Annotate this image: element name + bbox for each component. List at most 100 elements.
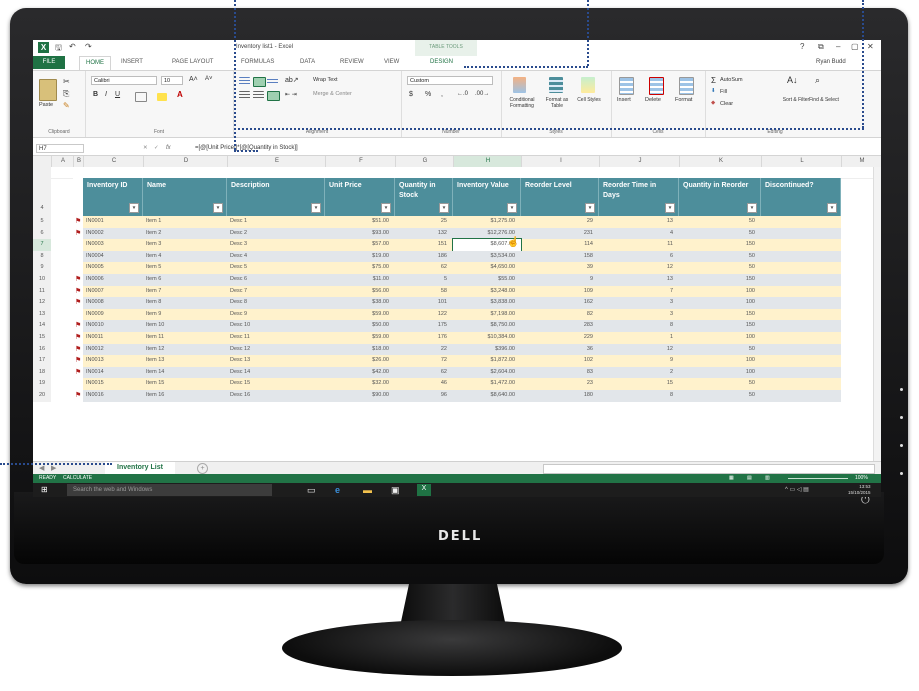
tab-insert[interactable]: INSERT	[121, 59, 143, 65]
autosum-icon[interactable]: Σ	[711, 76, 716, 85]
table-cell[interactable]: 82	[521, 309, 599, 321]
table-cell[interactable]: 122	[395, 309, 453, 321]
row-header[interactable]: 14	[33, 320, 51, 332]
align-left-icon[interactable]	[239, 91, 250, 99]
filter-dropdown-icon[interactable]: ▾	[747, 203, 757, 213]
align-top-icon[interactable]	[239, 77, 250, 85]
table-cell[interactable]: 176	[395, 332, 453, 344]
table-cell[interactable]: $38.00	[325, 297, 395, 309]
filter-dropdown-icon[interactable]: ▾	[129, 203, 139, 213]
table-cell[interactable]: 62	[395, 262, 453, 274]
table-cell[interactable]: Item 7	[143, 286, 227, 298]
insert-cells-icon[interactable]	[619, 77, 634, 95]
table-cell[interactable]: 1	[599, 332, 679, 344]
table-cell[interactable]: 22	[395, 344, 453, 356]
filter-dropdown-icon[interactable]: ▾	[213, 203, 223, 213]
table-cell[interactable]: 100	[679, 297, 761, 309]
filter-dropdown-icon[interactable]: ▾	[585, 203, 595, 213]
format-button[interactable]: Format	[675, 97, 692, 103]
windows-start-icon[interactable]: ⊞	[41, 485, 48, 495]
ribbon-display-icon[interactable]: ⧉	[818, 42, 824, 52]
tab-review[interactable]: REVIEW	[340, 59, 364, 65]
table-cell[interactable]: 100	[679, 355, 761, 367]
page-layout-view-icon[interactable]: ▤	[747, 474, 752, 483]
row-header[interactable]: 6	[33, 227, 51, 240]
font-size-select[interactable]: 10	[161, 76, 183, 85]
table-cell[interactable]: 23	[521, 378, 599, 390]
cancel-entry-icon[interactable]: ✕	[143, 145, 148, 151]
store-icon[interactable]: ▣	[391, 485, 400, 495]
row-header[interactable]: 4	[33, 178, 51, 216]
table-cell[interactable]: $18.00	[325, 344, 395, 356]
table-cell[interactable]: 101	[395, 297, 453, 309]
table-cell[interactable]	[761, 320, 841, 332]
orientation-icon[interactable]: ab↗	[285, 76, 299, 84]
table-cell[interactable]: 231	[521, 228, 599, 240]
table-cell[interactable]: Desc 14	[227, 367, 325, 379]
table-cell[interactable]: Item 3	[143, 239, 227, 251]
row-header[interactable]: 17	[33, 355, 51, 367]
increase-decimal-icon[interactable]: ←.0	[457, 91, 468, 97]
row-header[interactable]: 18	[33, 366, 51, 379]
table-cell[interactable]: 8	[599, 320, 679, 332]
table-cell[interactable]	[761, 390, 841, 402]
vertical-scrollbar[interactable]	[873, 167, 881, 461]
table-cell[interactable]: 50	[679, 390, 761, 402]
table-cell[interactable]	[761, 274, 841, 286]
table-cell[interactable]: $3,534.00	[453, 251, 521, 263]
table-cell[interactable]: 175	[395, 320, 453, 332]
table-cell[interactable]: IN0011	[83, 332, 143, 344]
table-cell[interactable]: Desc 13	[227, 355, 325, 367]
horizontal-scrollbar[interactable]	[543, 464, 875, 474]
filter-dropdown-icon[interactable]: ▾	[827, 203, 837, 213]
row-header[interactable]: 13	[33, 308, 51, 321]
tab-view[interactable]: VIEW	[384, 59, 399, 65]
table-cell[interactable]: Item 15	[143, 378, 227, 390]
table-cell[interactable]: Desc 4	[227, 251, 325, 263]
table-cell[interactable]: $42.00	[325, 367, 395, 379]
table-cell[interactable]: $75.00	[325, 262, 395, 274]
scroll-sheets-right-icon[interactable]: ▶	[51, 464, 56, 472]
table-cell[interactable]: 62	[395, 367, 453, 379]
table-cell[interactable]: $55.00	[453, 274, 521, 286]
table-cell[interactable]	[761, 251, 841, 263]
table-cell[interactable]	[761, 355, 841, 367]
table-cell[interactable]: Item 16	[143, 390, 227, 402]
table-cell[interactable]: IN0015	[83, 378, 143, 390]
table-header-cell[interactable]: Discontinued? ▾	[761, 178, 841, 216]
close-icon[interactable]: ✕	[867, 42, 874, 51]
table-cell[interactable]: 7	[599, 286, 679, 298]
table-cell[interactable]: 3	[599, 297, 679, 309]
grow-font-icon[interactable]: A˄	[189, 76, 198, 83]
fill-button[interactable]: Fill	[720, 89, 727, 95]
table-cell[interactable]: 150	[679, 239, 761, 251]
table-cell[interactable]: IN0001	[83, 216, 143, 228]
merge-center-button[interactable]: Merge & Center	[313, 91, 352, 97]
table-cell[interactable]: 150	[679, 320, 761, 332]
table-header-cell[interactable]: Description ▾	[227, 178, 325, 216]
table-cell[interactable]: 186	[395, 251, 453, 263]
table-cell[interactable]: $11.00	[325, 274, 395, 286]
format-painter-icon[interactable]: ✎	[63, 101, 70, 110]
table-cell[interactable]: 50	[679, 251, 761, 263]
font-color-icon[interactable]: A	[177, 90, 183, 99]
table-header-cell[interactable]: Inventory ID ▾	[83, 178, 143, 216]
redo-icon[interactable]: ↷	[85, 42, 92, 51]
table-cell[interactable]: 58	[395, 286, 453, 298]
table-cell[interactable]: Desc 5	[227, 262, 325, 274]
table-cell[interactable]: $56.00	[325, 286, 395, 298]
table-header-cell[interactable]: Quantity in Reorder ▾	[679, 178, 761, 216]
confirm-entry-icon[interactable]: ✓	[154, 145, 159, 151]
table-cell[interactable]: 158	[521, 251, 599, 263]
side-button[interactable]	[900, 472, 903, 475]
clear-icon[interactable]: ◆	[711, 100, 715, 106]
table-header-cell[interactable]: Quantity in Stock ▾	[395, 178, 453, 216]
table-cell[interactable]: Item 6	[143, 274, 227, 286]
table-cell[interactable]: Desc 2	[227, 228, 325, 240]
zoom-level[interactable]: 100%	[855, 474, 868, 483]
cut-icon[interactable]: ✂	[63, 77, 70, 86]
table-cell[interactable]: Desc 16	[227, 390, 325, 402]
table-cell[interactable]: IN0005	[83, 262, 143, 274]
table-cell[interactable]: 11	[599, 239, 679, 251]
row-header[interactable]: 11	[33, 285, 51, 298]
